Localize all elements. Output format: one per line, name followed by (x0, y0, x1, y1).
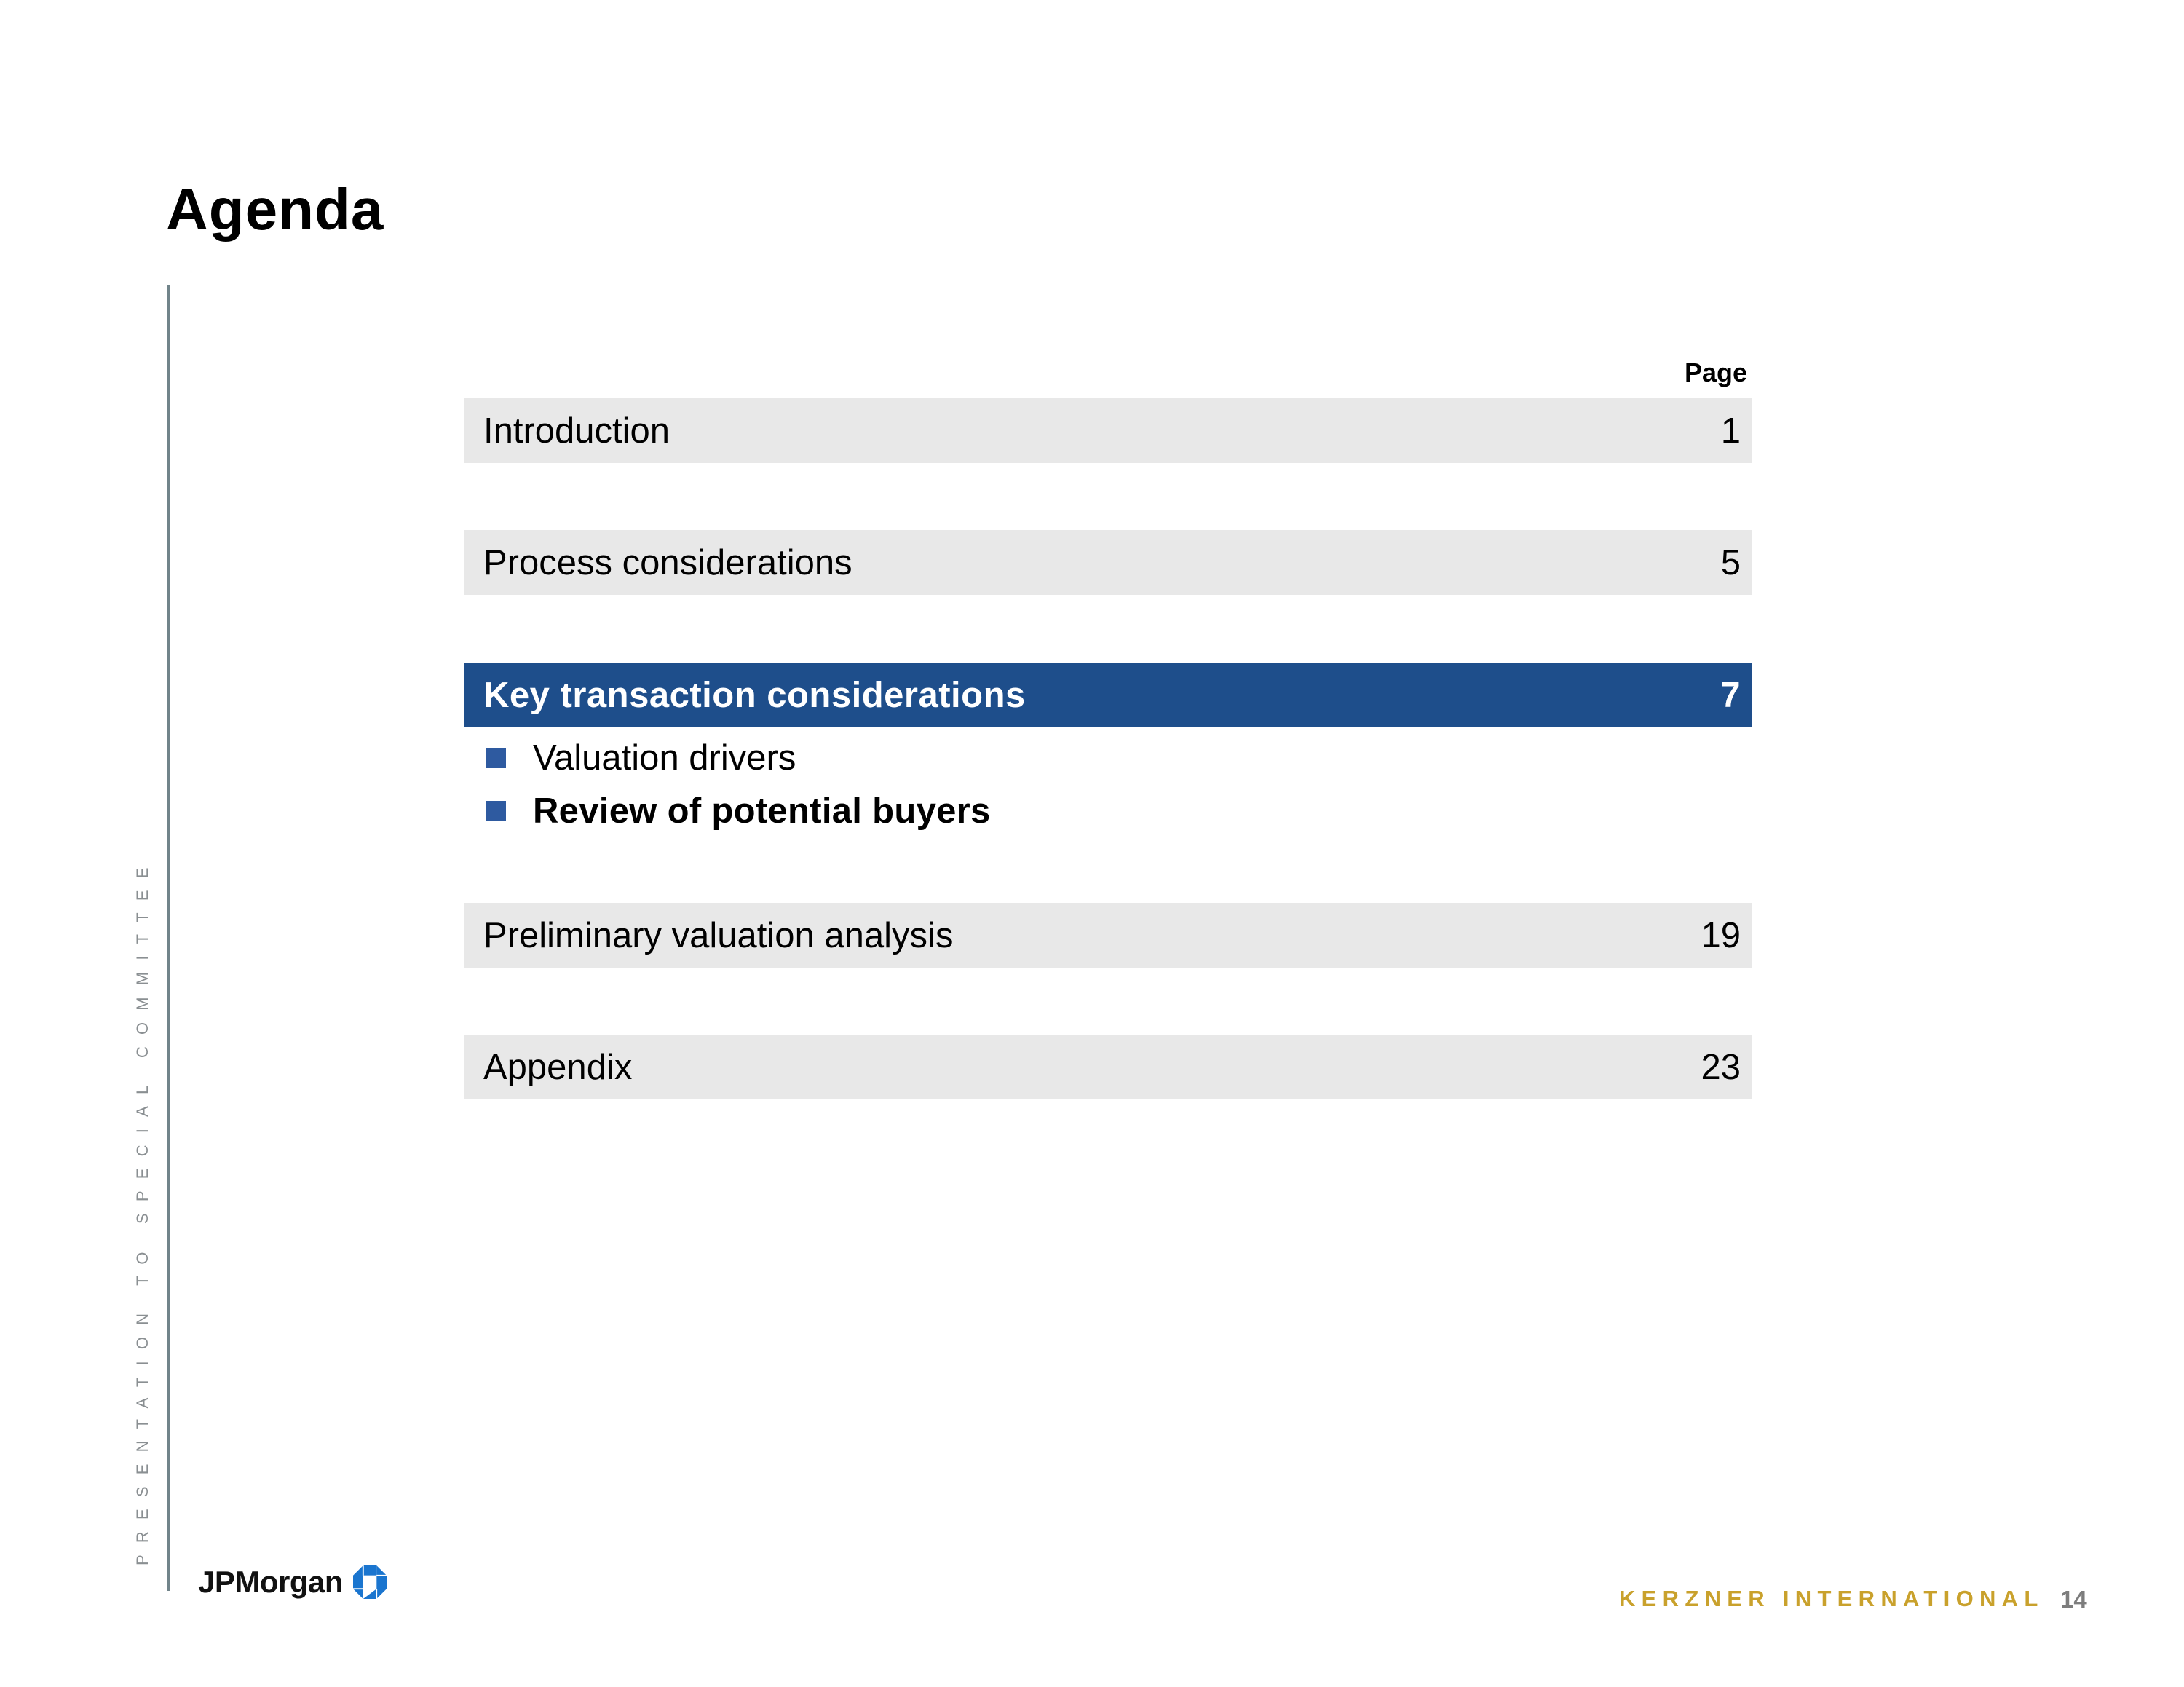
side-caption: PRESENTATION TO SPECIAL COMMITTEE (133, 856, 151, 1565)
company-name: KERZNER INTERNATIONAL (1619, 1586, 2044, 1611)
page-column-header: Page (1684, 357, 1747, 387)
jpmorgan-logo: JPMorgan (198, 1565, 387, 1599)
agenda-subitem-review-of-potential-buyers[interactable]: Review of potential buyers (486, 791, 991, 831)
agenda-item-introduction[interactable]: Introduction 1 (464, 398, 1752, 463)
agenda-subitem-valuation-drivers[interactable]: Valuation drivers (486, 738, 796, 778)
agenda-item-label: Introduction (483, 411, 670, 451)
agenda-item-label: Preliminary valuation analysis (483, 915, 954, 955)
square-bullet-icon (486, 748, 506, 768)
agenda-subitem-label: Valuation drivers (533, 738, 796, 778)
logo-wordmark: JPMorgan (198, 1565, 344, 1599)
agenda-subitem-label: Review of potential buyers (533, 791, 991, 831)
chase-octagon-icon (353, 1565, 387, 1599)
agenda-item-process-considerations[interactable]: Process considerations 5 (464, 530, 1752, 595)
agenda-item-page: 5 (1720, 542, 1741, 582)
agenda-item-appendix[interactable]: Appendix 23 (464, 1035, 1752, 1099)
agenda-item-page: 19 (1701, 915, 1741, 955)
agenda-item-label: Process considerations (483, 542, 852, 582)
agenda-item-label: Appendix (483, 1047, 633, 1087)
agenda-item-preliminary-valuation-analysis[interactable]: Preliminary valuation analysis 19 (464, 903, 1752, 968)
square-bullet-icon (486, 801, 506, 821)
page-title: Agenda (166, 177, 384, 242)
agenda-item-label: Key transaction considerations (483, 675, 1026, 715)
agenda-item-page: 23 (1701, 1047, 1741, 1087)
agenda-item-page: 1 (1720, 411, 1741, 451)
page-number: 14 (2060, 1586, 2087, 1613)
vertical-divider (167, 285, 170, 1591)
agenda-item-page: 7 (1720, 675, 1741, 715)
agenda-item-key-transaction-considerations[interactable]: Key transaction considerations 7 (464, 663, 1752, 727)
